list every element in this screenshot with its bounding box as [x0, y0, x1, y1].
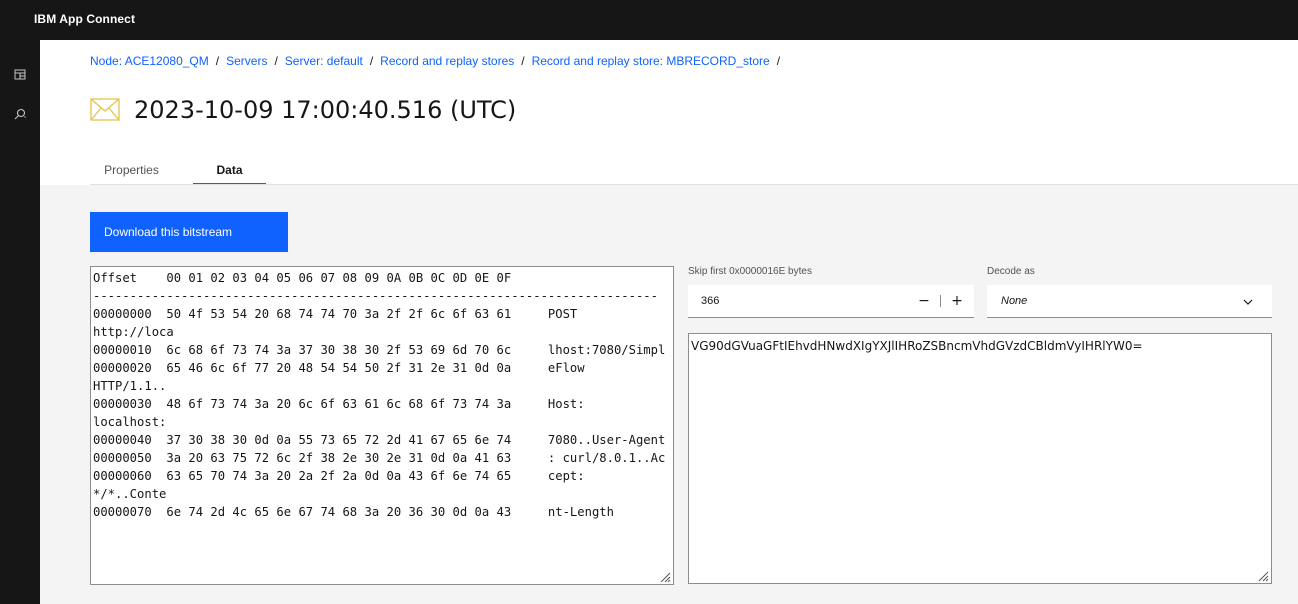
breadcrumb-separator: /: [369, 54, 374, 68]
breadcrumb-node[interactable]: Node: ACE12080_QM: [90, 54, 209, 68]
main-content: Node: ACE12080_QM / Servers / Server: defaul…: [40, 40, 1298, 604]
top-bar: IBM App Connect: [0, 0, 1298, 40]
tab-data[interactable]: Data: [193, 156, 266, 185]
breadcrumb-separator: /: [274, 54, 278, 68]
decode-as-label: Decode as: [987, 266, 1035, 277]
increment-button[interactable]: +: [941, 285, 973, 317]
chevron-down-icon: [1242, 295, 1254, 307]
tab-properties[interactable]: Properties: [90, 156, 173, 185]
skip-bytes-label: Skip first 0x0000016E bytes: [688, 266, 812, 277]
decrement-button[interactable]: −: [908, 285, 940, 317]
breadcrumb-servers[interactable]: Servers: [226, 54, 267, 68]
resize-handle-icon[interactable]: [1257, 569, 1269, 582]
breadcrumb-separator: /: [215, 54, 220, 68]
skip-bytes-input[interactable]: 366 − +: [688, 285, 974, 318]
breadcrumb: Node: ACE12080_QM / Servers / Server: defaul…: [90, 54, 787, 68]
skip-bytes-value: 366: [701, 295, 720, 307]
hex-dump-textarea[interactable]: Offset 00 01 02 03 04 05 06 07 08 09 0A …: [90, 266, 674, 585]
decode-as-value: None: [1001, 295, 1028, 307]
side-nav: [0, 40, 40, 604]
envelope-icon: [90, 98, 120, 122]
breadcrumb-record-replay-store[interactable]: Record and replay store: MBRECORD_store: [532, 54, 770, 68]
decoded-output-textarea[interactable]: VG90dGVuaGFtIEhvdHNwdXIgYXJlIHRoZSBncmVh…: [688, 333, 1272, 584]
breadcrumb-server[interactable]: Server: default: [285, 54, 363, 68]
app-title: IBM App Connect: [34, 12, 136, 26]
breadcrumb-separator: /: [521, 54, 525, 68]
breadcrumb-record-replay-stores[interactable]: Record and replay stores: [380, 54, 514, 68]
download-bitstream-button[interactable]: Download this bitstream: [90, 212, 288, 252]
decode-as-select[interactable]: None: [987, 285, 1272, 318]
page-title: 2023-10-09 17:00:40.516 (UTC): [134, 96, 517, 124]
breadcrumb-separator: /: [776, 54, 781, 68]
data-panel: Download this bitstream Offset 00 01 02 …: [40, 185, 1298, 604]
decoded-output-text: VG90dGVuaGFtIEhvdHNwdXIgYXJlIHRoZSBncmVh…: [691, 339, 1143, 353]
resize-handle-icon[interactable]: [659, 570, 671, 583]
search-settings-icon[interactable]: [11, 105, 29, 123]
dashboard-icon[interactable]: [11, 66, 29, 84]
hex-dump-text: Offset 00 01 02 03 04 05 06 07 08 09 0A …: [93, 271, 666, 519]
